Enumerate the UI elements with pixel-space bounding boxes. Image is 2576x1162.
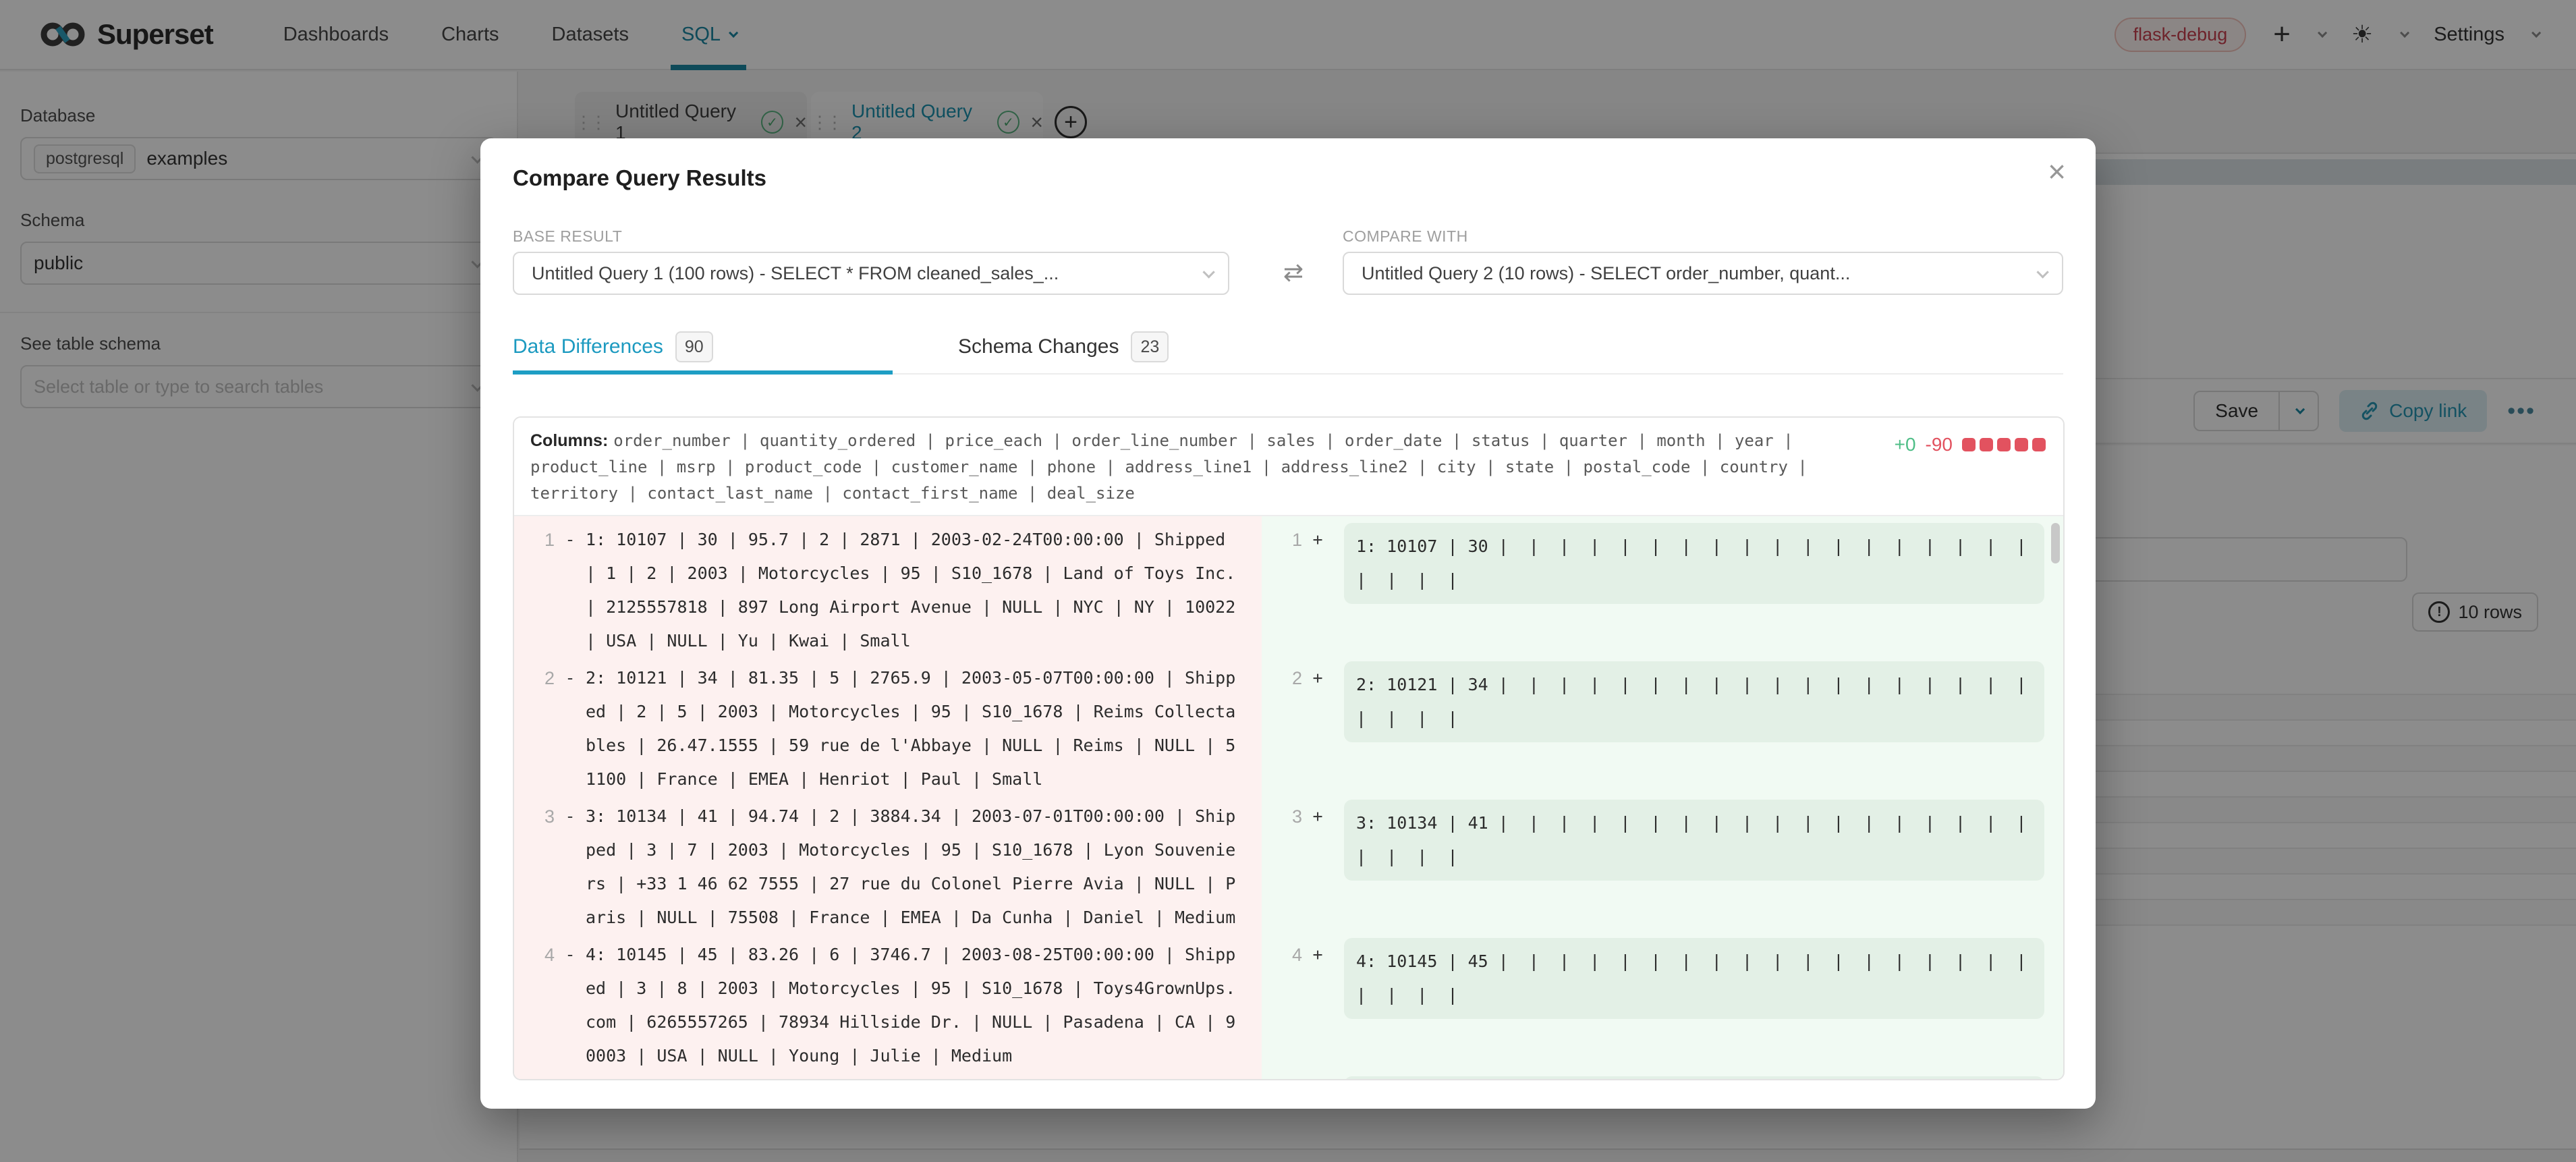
plus-sign: + — [1302, 938, 1333, 972]
added-row-text: 4: 10145 | 45 | | | | | | | | | | | | | … — [1356, 951, 2047, 1005]
removed-row-text: 4: 10145 | 45 | 83.26 | 6 | 3746.7 | 200… — [586, 938, 1262, 1073]
diff-row-added-partial — [1262, 1076, 2063, 1079]
modal-title: Compare Query Results — [513, 165, 766, 191]
line-number: 1 — [1262, 523, 1302, 557]
removed-row-text: 2: 10121 | 34 | 81.35 | 5 | 2765.9 | 200… — [586, 661, 1262, 796]
diff-viewer: Columns:order_number | quantity_ordered … — [513, 416, 2065, 1080]
added-row-block: 1: 10107 | 30 | | | | | | | | | | | | | … — [1344, 523, 2044, 604]
added-row-block: 4: 10145 | 45 | | | | | | | | | | | | | … — [1344, 938, 2044, 1019]
plus-sign: + — [1302, 800, 1333, 833]
diff-columns-header: Columns:order_number | quantity_ordered … — [514, 418, 2063, 516]
line-number: 1 — [514, 523, 555, 557]
plus-sign: + — [1302, 661, 1333, 695]
added-row-text: 1: 10107 | 30 | | | | | | | | | | | | | … — [1356, 536, 2047, 590]
minus-sign: - — [555, 938, 586, 972]
close-icon[interactable]: × — [2048, 156, 2066, 187]
diff-row-removed: 3 - 3: 10134 | 41 | 94.74 | 2 | 3884.34 … — [514, 800, 1262, 938]
minus-sign: - — [555, 523, 586, 557]
base-result-value: Untitled Query 1 (100 rows) - SELECT * F… — [532, 263, 1059, 284]
base-result-select[interactable]: Untitled Query 1 (100 rows) - SELECT * F… — [513, 252, 1229, 295]
plus-sign: + — [1302, 523, 1333, 557]
line-number: 3 — [514, 800, 555, 833]
added-row-block: 2: 10121 | 34 | | | | | | | | | | | | | … — [1344, 661, 2044, 742]
diff-added-pane: 1 + 1: 10107 | 30 | | | | | | | | | | | … — [1262, 516, 2063, 1079]
diff-row-added: 4 + 4: 10145 | 45 | | | | | | | | | | | … — [1262, 938, 2063, 1076]
compare-with-value: Untitled Query 2 (10 rows) - SELECT orde… — [1362, 263, 1850, 284]
diff-row-added: 3 + 3: 10134 | 41 | | | | | | | | | | | … — [1262, 800, 2063, 938]
diff-row-added: 2 + 2: 10121 | 34 | | | | | | | | | | | … — [1262, 661, 2063, 800]
active-tab-underline — [513, 370, 893, 375]
tab-label: Schema Changes — [958, 335, 1119, 358]
added-row-block — [1344, 1076, 2044, 1079]
base-result-label: BASE RESULT — [513, 227, 622, 246]
added-row-text: 3: 10134 | 41 | | | | | | | | | | | | | … — [1356, 813, 2047, 866]
line-number: 4 — [1262, 938, 1302, 972]
diff-removed-pane: 1 - 1: 10107 | 30 | 95.7 | 2 | 2871 | 20… — [514, 516, 1262, 1079]
diff-body: 1 - 1: 10107 | 30 | 95.7 | 2 | 2871 | 20… — [514, 516, 2063, 1079]
superset-sql-lab-screen: Superset Dashboards Charts Datasets SQL … — [0, 0, 2576, 1162]
columns-label: Columns: — [530, 431, 613, 450]
columns-list: order_number | quantity_ordered | price_… — [530, 431, 1808, 503]
compare-query-results-modal: Compare Query Results × BASE RESULT Unti… — [480, 138, 2096, 1109]
diff-row-removed: 2 - 2: 10121 | 34 | 81.35 | 5 | 2765.9 |… — [514, 661, 1262, 800]
tab-label: Data Differences — [513, 335, 663, 358]
added-count: +0 — [1895, 434, 1916, 455]
tab-count-badge: 90 — [675, 331, 713, 362]
line-number: 2 — [514, 661, 555, 695]
minus-sign: - — [555, 661, 586, 695]
line-number: 3 — [1262, 800, 1302, 833]
line-number: 4 — [514, 938, 555, 972]
chevron-down-icon — [1202, 266, 1214, 278]
diffstat: +0 -90 — [1895, 434, 2046, 455]
compare-with-label: COMPARE WITH — [1343, 227, 1468, 246]
diff-row-removed: 1 - 1: 10107 | 30 | 95.7 | 2 | 2871 | 20… — [514, 523, 1262, 661]
added-row-text: 2: 10121 | 34 | | | | | | | | | | | | | … — [1356, 675, 2047, 728]
line-number: 2 — [1262, 661, 1302, 695]
diff-row-added: 1 + 1: 10107 | 30 | | | | | | | | | | | … — [1262, 523, 2063, 661]
tab-count-badge: 23 — [1131, 331, 1169, 362]
diff-row-removed: 4 - 4: 10145 | 45 | 83.26 | 6 | 3746.7 |… — [514, 938, 1262, 1076]
chevron-down-icon — [2036, 266, 2048, 278]
added-row-block: 3: 10134 | 41 | | | | | | | | | | | | | … — [1344, 800, 2044, 881]
removed-row-text: 3: 10134 | 41 | 94.74 | 2 | 3884.34 | 20… — [586, 800, 1262, 935]
compare-with-select[interactable]: Untitled Query 2 (10 rows) - SELECT orde… — [1343, 252, 2063, 295]
diffstat-squares — [1962, 438, 2046, 451]
tab-data-differences[interactable]: Data Differences 90 — [513, 331, 713, 362]
diff-scrollbar-thumb[interactable] — [2051, 523, 2060, 563]
swap-icon: ⇄ — [1262, 258, 1325, 287]
removed-row-text: 1: 10107 | 30 | 95.7 | 2 | 2871 | 2003-0… — [586, 523, 1262, 658]
tab-schema-changes[interactable]: Schema Changes 23 — [958, 331, 1169, 362]
removed-count: -90 — [1926, 434, 1953, 455]
minus-sign: - — [555, 800, 586, 833]
